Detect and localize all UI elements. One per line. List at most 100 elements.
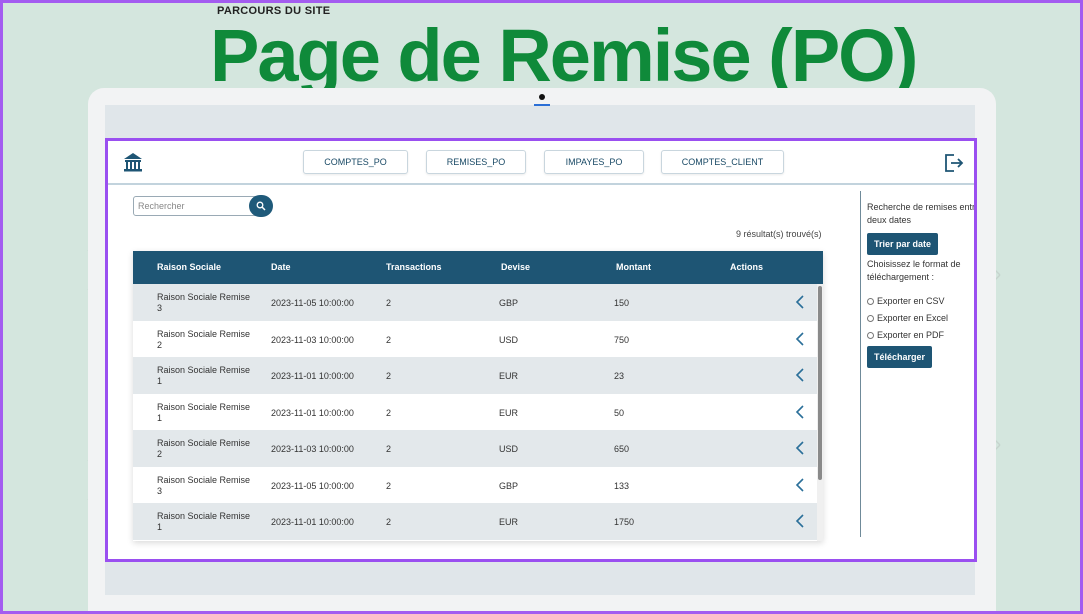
sort-by-date-button[interactable]: Trier par date: [867, 233, 939, 255]
table-row[interactable]: Raison Sociale Remise 2 2023-11-03 10:00:0…: [133, 430, 817, 467]
raison-sociale-line1: Raison Sociale Remise: [157, 328, 251, 339]
col-montant[interactable]: Montant: [616, 262, 651, 272]
chevron-left-icon[interactable]: [795, 331, 805, 346]
cell-devise: USD: [499, 444, 519, 454]
chevron-left-icon[interactable]: [795, 441, 805, 455]
radio-pdf[interactable]: [867, 331, 874, 339]
cell-devise: GBP: [499, 298, 519, 308]
cell-transactions: 2: [386, 334, 392, 345]
export-csv-option[interactable]: Exporter en CSV: [867, 296, 974, 306]
bank-icon[interactable]: [122, 151, 144, 173]
cell-raison-sociale: Raison Sociale Remise 1: [157, 402, 257, 424]
table-row[interactable]: Raison Sociale Remise 3 2023-11-05 10:00:0…: [133, 466, 817, 503]
chevron-left-icon[interactable]: [795, 295, 805, 309]
export-csv-label: Exporter en CSV: [877, 296, 945, 306]
nav-impayes-po[interactable]: IMPAYES_PO: [544, 150, 644, 174]
remises-table: Raison Sociale Date Transactions Devise …: [133, 251, 823, 541]
cell-montant: 150: [614, 298, 630, 308]
export-excel-label: Exporter en Excel: [877, 313, 949, 323]
cell-raison-sociale: Raison Sociale Remise 1: [157, 511, 257, 533]
cell-devise: EUR: [499, 517, 519, 527]
export-excel-option[interactable]: Exporter en Excel: [867, 313, 974, 323]
nav-comptes-client[interactable]: COMPTES_CLIENT: [661, 150, 784, 174]
date-search-text-line2: deux dates: [867, 215, 912, 225]
raison-sociale-line1: Raison Sociale Remise: [157, 511, 251, 521]
logout-icon[interactable]: [942, 152, 964, 174]
cell-devise: USD: [499, 334, 519, 345]
cell-date: 2023-11-05 10:00:00: [271, 298, 354, 308]
main-content: 9 résultat(s) trouvé(s) Raison Sociale D…: [108, 187, 860, 547]
cell-transactions: 2: [386, 444, 392, 454]
cell-transactions: 2: [386, 407, 392, 418]
nav-remises-po[interactable]: REMISES_PO: [426, 150, 526, 174]
raison-sociale-line1: Raison Sociale Remise: [157, 474, 251, 485]
camera-dot: [539, 94, 545, 100]
raison-sociale-line2: 3: [157, 485, 163, 496]
search-input[interactable]: [133, 196, 258, 216]
cell-date: 2023-11-01 10:00:00: [271, 371, 354, 381]
cell-devise: GBP: [499, 480, 519, 491]
table-row[interactable]: Raison Sociale Remise 3 2023-11-05 10:00:0…: [133, 284, 817, 321]
raison-sociale-line1: Raison Sociale Remise: [157, 292, 251, 302]
col-transactions[interactable]: Transactions: [386, 262, 442, 272]
table-row[interactable]: Raison Sociale Remise 2 2023-11-03 10:00:0…: [133, 320, 817, 357]
table-row[interactable]: Raison Sociale Remise 1 2023-11-01 10:00:0…: [133, 357, 817, 394]
raison-sociale-line1: Raison Sociale Remise: [157, 401, 251, 412]
chevron-left-icon[interactable]: [795, 404, 805, 419]
scroll-thumb[interactable]: [818, 286, 822, 480]
cell-date: 2023-11-03 10:00:00: [271, 334, 354, 345]
search-button[interactable]: [249, 195, 273, 217]
cell-transactions: 2: [386, 480, 392, 491]
cell-raison-sociale: Raison Sociale Remise 2: [157, 329, 257, 351]
cell-raison-sociale: Raison Sociale Remise 1: [157, 365, 257, 387]
col-devise[interactable]: Devise: [501, 262, 530, 272]
cell-montant: 650: [614, 444, 630, 454]
col-actions: Actions: [730, 262, 764, 272]
col-date[interactable]: Date: [271, 262, 291, 272]
sidebar-panel: Recherche de remises entr deux dates Tri…: [860, 191, 974, 537]
download-button[interactable]: Télécharger: [867, 346, 933, 368]
cell-devise: EUR: [499, 371, 519, 381]
slide-title: Page de Remise (PO): [210, 14, 918, 97]
cell-raison-sociale: Raison Sociale Remise 3: [157, 475, 257, 497]
cell-montant: 1750: [614, 517, 635, 527]
raison-sociale-line2: 3: [157, 303, 163, 313]
radio-excel[interactable]: [867, 314, 874, 322]
result-count: 9 résultat(s) trouvé(s): [736, 229, 822, 239]
cell-devise: EUR: [499, 407, 519, 418]
top-navbar: COMPTES_PO REMISES_PO IMPAYES_PO COMPTES…: [108, 141, 974, 185]
export-pdf-option[interactable]: Exporter en PDF: [867, 330, 974, 340]
cell-date: 2023-11-03 10:00:00: [271, 444, 354, 454]
chevron-left-icon[interactable]: [795, 477, 805, 492]
search-icon: [256, 201, 266, 211]
raison-sociale-line2: 1: [157, 376, 163, 386]
export-pdf-label: Exporter en PDF: [877, 330, 945, 340]
date-search-text-line1: Recherche de remises entr: [867, 202, 974, 212]
raison-sociale-line1: Raison Sociale Remise: [157, 438, 251, 448]
cell-date: 2023-11-01 10:00:00: [271, 517, 354, 527]
table-row[interactable]: Raison Sociale Remise 1 2023-11-01 10:00:0…: [133, 393, 817, 430]
nav-comptes-po[interactable]: COMPTES_PO: [303, 150, 408, 174]
col-raison-sociale[interactable]: Raison Sociale: [157, 262, 221, 272]
table-scrollbar[interactable]: [817, 284, 823, 541]
radio-csv[interactable]: [867, 297, 874, 305]
camera-indicator: [534, 104, 550, 106]
table-header: Raison Sociale Date Transactions Devise …: [133, 251, 823, 284]
chevron-left-icon[interactable]: [795, 514, 805, 528]
cell-montant: 750: [614, 334, 630, 345]
cell-montant: 50: [614, 407, 625, 418]
table-row[interactable]: Raison Sociale Remise 1 2023-11-01 10:00:0…: [133, 503, 817, 540]
chevron-left-icon[interactable]: [795, 368, 805, 382]
raison-sociale-line2: 1: [157, 522, 163, 532]
cell-transactions: 2: [386, 517, 392, 527]
cell-transactions: 2: [386, 371, 392, 381]
raison-sociale-line1: Raison Sociale Remise: [157, 365, 251, 375]
format-text-line2: téléchargement :: [867, 272, 935, 282]
raison-sociale-line2: 2: [157, 449, 163, 459]
cell-date: 2023-11-05 10:00:00: [271, 480, 354, 491]
cell-raison-sociale: Raison Sociale Remise 2: [157, 438, 257, 460]
cell-montant: 133: [614, 480, 630, 491]
raison-sociale-line2: 2: [157, 339, 163, 350]
format-text-line1: Choisissez le format de: [867, 259, 961, 269]
cell-montant: 23: [614, 371, 625, 381]
